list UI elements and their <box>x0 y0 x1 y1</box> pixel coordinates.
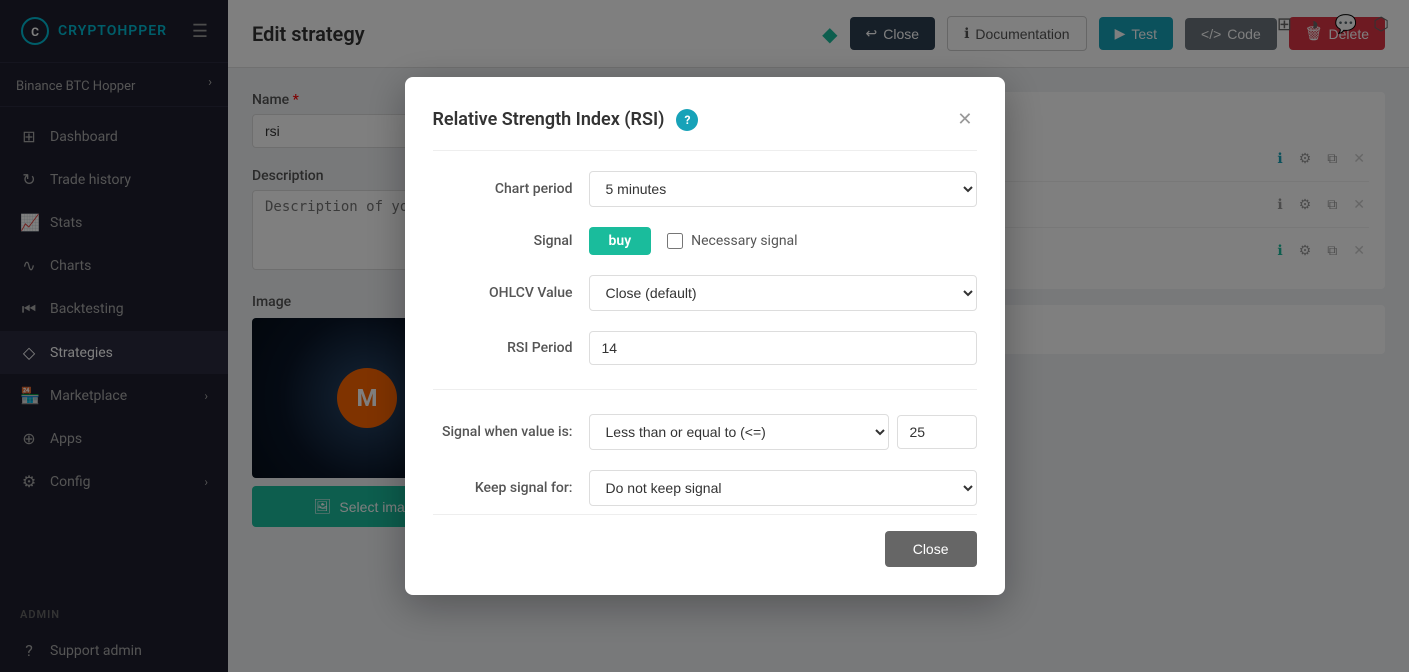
rsi-period-field: RSI Period <box>433 331 977 365</box>
necessary-signal-checkbox[interactable] <box>667 233 683 249</box>
modal-form: Chart period 5 minutes 15 minutes 30 min… <box>433 171 977 506</box>
help-button[interactable]: ? <box>676 109 698 131</box>
signal-value-group: buy Necessary signal <box>589 227 977 255</box>
modal-header: Relative Strength Index (RSI) ? ✕ <box>433 105 977 151</box>
chart-period-label: Chart period <box>433 181 573 197</box>
chart-period-select[interactable]: 5 minutes 15 minutes 30 minutes 1 hour <box>589 171 977 207</box>
ohlcv-label: OHLCV Value <box>433 285 573 301</box>
rsi-modal: Relative Strength Index (RSI) ? ✕ Chart … <box>405 77 1005 595</box>
ohlcv-select[interactable]: Close (default) Open High Low Volume <box>589 275 977 311</box>
modal-footer: Close <box>433 514 977 567</box>
signal-label: Signal <box>433 233 573 249</box>
rsi-period-input[interactable] <box>589 331 977 365</box>
necessary-signal-label: Necessary signal <box>691 233 797 249</box>
signal-when-select[interactable]: Less than or equal to (<=) Greater than … <box>589 414 889 450</box>
rsi-period-label: RSI Period <box>433 340 573 356</box>
modal-overlay[interactable]: Relative Strength Index (RSI) ? ✕ Chart … <box>0 0 1409 672</box>
signal-field: Signal buy Necessary signal <box>433 227 977 255</box>
signal-when-field: Signal when value is: Less than or equal… <box>433 414 977 450</box>
ohlcv-field: OHLCV Value Close (default) Open High Lo… <box>433 275 977 311</box>
ohlcv-value: Close (default) Open High Low Volume <box>589 275 977 311</box>
keep-signal-field: Keep signal for: Do not keep signal 1 ca… <box>433 470 977 506</box>
modal-title: Relative Strength Index (RSI) ? <box>433 109 699 131</box>
chart-period-value: 5 minutes 15 minutes 30 minutes 1 hour <box>589 171 977 207</box>
signal-threshold-input[interactable] <box>897 415 977 449</box>
keep-signal-select[interactable]: Do not keep signal 1 candle 2 candles 3 … <box>589 470 977 506</box>
rsi-period-value <box>589 331 977 365</box>
modal-close-btn[interactable]: Close <box>885 531 977 567</box>
chart-period-field: Chart period 5 minutes 15 minutes 30 min… <box>433 171 977 207</box>
necessary-signal-group: Necessary signal <box>667 233 797 249</box>
keep-signal-value: Do not keep signal 1 candle 2 candles 3 … <box>589 470 977 506</box>
signal-when-label: Signal when value is: <box>433 424 573 440</box>
keep-signal-label: Keep signal for: <box>433 480 573 496</box>
modal-close-button[interactable]: ✕ <box>953 105 976 134</box>
buy-badge: buy <box>589 227 652 255</box>
signal-when-value-group: Less than or equal to (<=) Greater than … <box>589 414 977 450</box>
modal-divider <box>433 389 977 390</box>
